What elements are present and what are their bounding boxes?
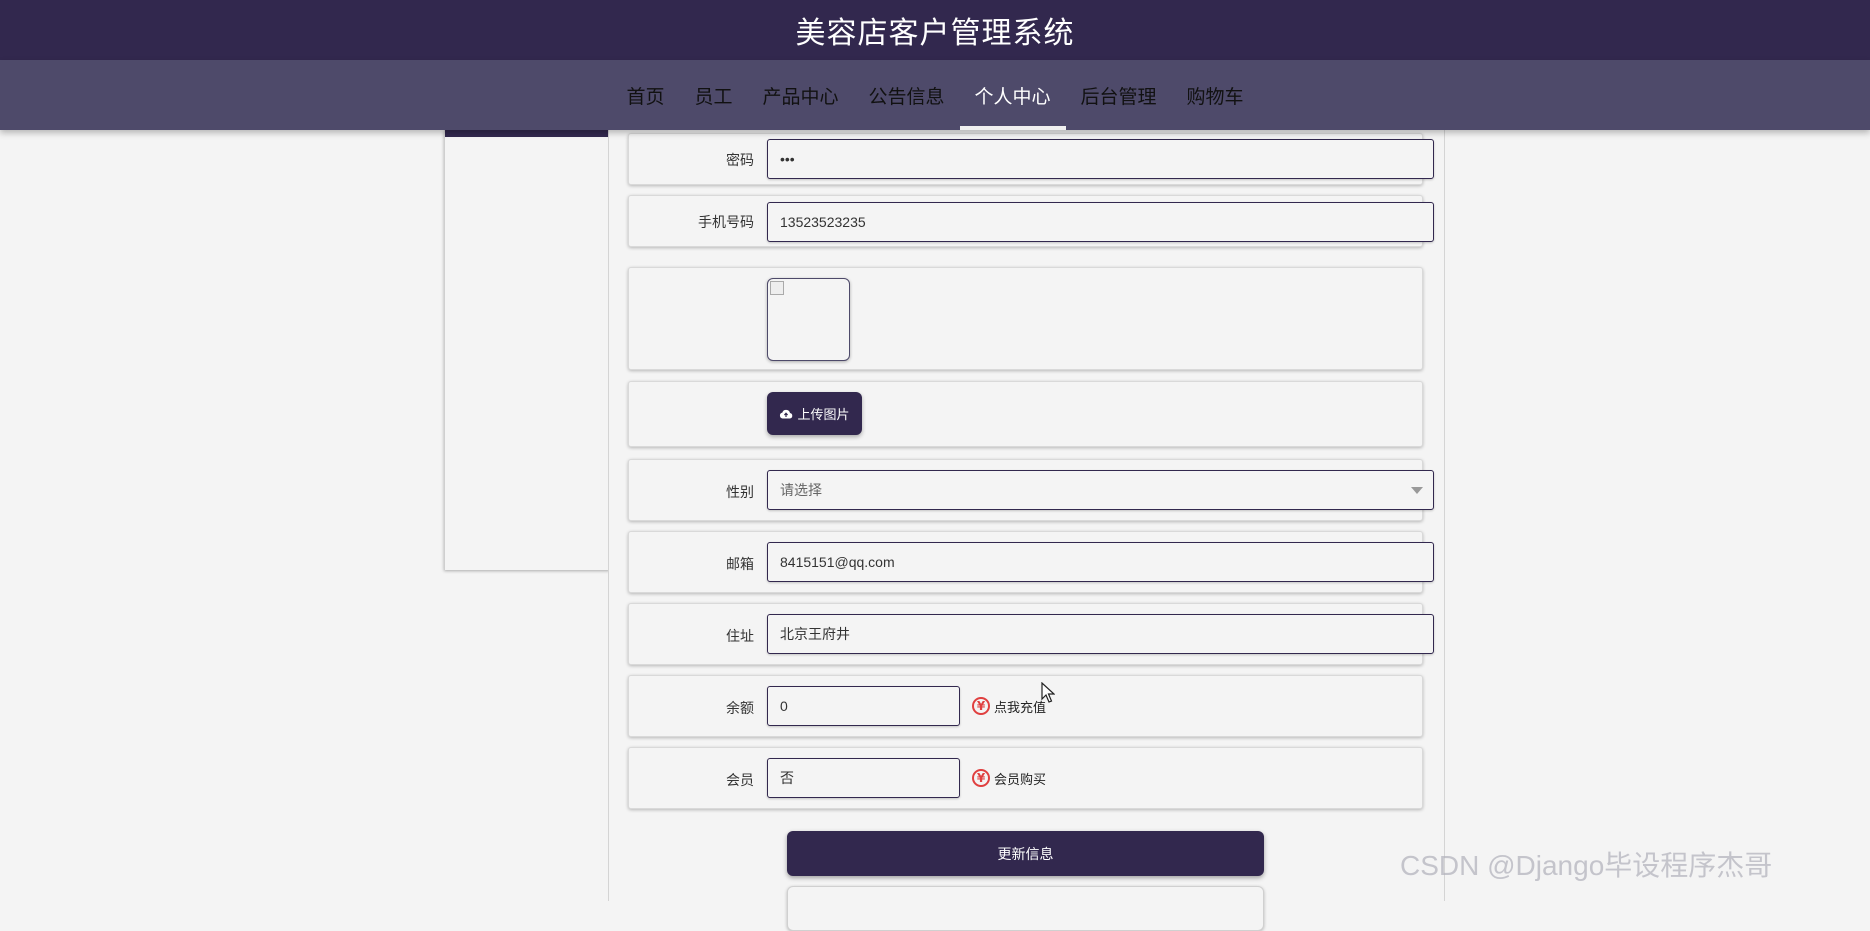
balance-label: 余额 [726, 701, 754, 717]
nav-item-admin[interactable]: 后台管理 [1066, 60, 1172, 130]
nav-item-announcements[interactable]: 公告信息 [853, 60, 959, 130]
yen-icon: ¥ [972, 769, 990, 787]
yen-icon: ¥ [972, 697, 990, 715]
password-input[interactable]: ••• [767, 139, 1434, 179]
nav-item-products[interactable]: 产品中心 [747, 60, 853, 130]
upload-row: 上传图片 [628, 381, 1423, 447]
broken-image-icon [770, 281, 784, 295]
cloud-upload-icon [780, 409, 793, 418]
app-header: 美容店客户管理系统 [0, 0, 1870, 60]
password-label: 密码 [726, 153, 754, 169]
phone-label: 手机号码 [698, 215, 754, 231]
balance-row: 余额 0 ¥ 点我充值 [628, 675, 1423, 737]
upload-button-label: 上传图片 [797, 408, 850, 423]
recharge-link-label: 点我充值 [994, 700, 1047, 716]
update-info-button[interactable]: 更新信息 [787, 831, 1264, 876]
address-label: 住址 [726, 629, 754, 645]
upload-image-button[interactable]: 上传图片 [767, 392, 862, 435]
profile-form-panel: 密码 ••• 手机号码 13523523235 上传图片 性别 请选择 邮箱 8… [608, 130, 1445, 931]
watermark: CSDN @Django毕设程序杰哥 [1400, 850, 1773, 881]
chevron-down-icon [1411, 487, 1423, 494]
avatar-row [628, 267, 1423, 370]
email-row: 邮箱 8415151@qq.com [628, 531, 1434, 593]
address-row: 住址 北京王府井 [628, 603, 1434, 665]
nav-item-staff[interactable]: 员工 [679, 60, 747, 130]
gender-label: 性别 [726, 485, 754, 501]
nav-item-cart[interactable]: 购物车 [1172, 60, 1259, 130]
balance-input[interactable]: 0 [767, 686, 960, 726]
phone-input[interactable]: 13523523235 [767, 202, 1434, 242]
address-input[interactable]: 北京王府井 [767, 614, 1434, 654]
profile-side-panel [444, 130, 610, 570]
gender-row: 性别 请选择 [628, 459, 1434, 521]
side-panel-topbar [445, 130, 609, 137]
member-row: 会员 否 ¥ 会员购买 [628, 747, 1423, 809]
main-nav: 首页 员工 产品中心 公告信息 个人中心 后台管理 购物车 [0, 60, 1870, 130]
email-input[interactable]: 8415151@qq.com [767, 542, 1434, 582]
buy-membership-link[interactable]: ¥ 会员购买 [972, 758, 1046, 798]
avatar-image [767, 278, 850, 361]
member-input[interactable]: 否 [767, 758, 960, 798]
recharge-link[interactable]: ¥ 点我充值 [972, 686, 1046, 726]
update-button-label: 更新信息 [997, 846, 1054, 863]
password-row: 密码 ••• [628, 133, 1434, 185]
member-label: 会员 [726, 773, 754, 789]
nav-item-home[interactable]: 首页 [611, 60, 679, 130]
gender-select-value: 请选择 [780, 482, 822, 498]
gender-select[interactable]: 请选择 [767, 470, 1434, 510]
mouse-cursor-icon [1041, 682, 1055, 703]
email-label: 邮箱 [726, 557, 754, 573]
phone-row: 手机号码 13523523235 [628, 195, 1434, 247]
buy-membership-link-label: 会员购买 [994, 772, 1047, 788]
nav-item-profile[interactable]: 个人中心 [959, 60, 1066, 130]
secondary-button[interactable] [787, 886, 1264, 931]
app-title: 美容店客户管理系统 [795, 16, 1075, 51]
